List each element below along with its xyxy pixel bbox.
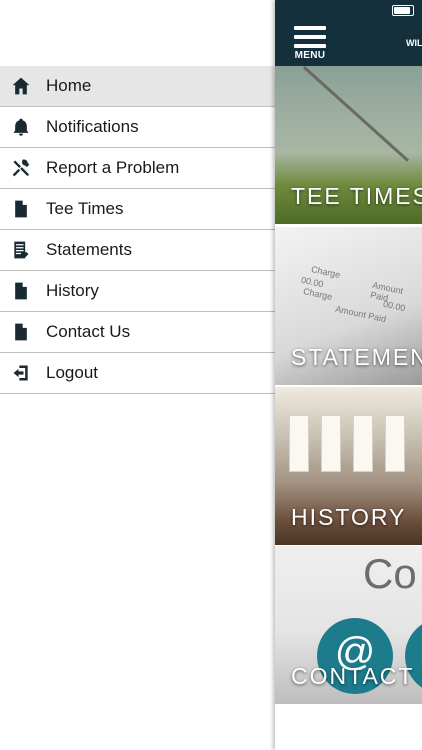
- drawer-item-label: Notifications: [46, 117, 139, 136]
- menu-label: MENU: [294, 50, 326, 61]
- statement-image-text: Amount Paid: [334, 303, 388, 325]
- window-image: [289, 415, 309, 472]
- tile-tee-times[interactable]: TEE TIMES: [275, 66, 422, 224]
- drawer-item-statements[interactable]: Statements: [0, 230, 275, 271]
- tile-label: CONTACT US: [291, 663, 422, 689]
- main-panel: MENU WIL TEE TIMES Charge Amount Paid Ch…: [275, 0, 422, 750]
- drawer-item-report-a-problem[interactable]: Report a Problem: [0, 148, 275, 189]
- drawer-item-notifications[interactable]: Notifications: [0, 107, 275, 148]
- tile-label: HISTORY: [291, 504, 407, 530]
- drawer-menu: Home Notifications Report a Problem Tee …: [0, 66, 275, 394]
- drawer-item-label: Home: [46, 76, 92, 95]
- document-icon: [10, 198, 32, 220]
- tile-contact-us[interactable]: Co @ CONTACT US: [275, 546, 422, 704]
- drawer-item-label: History: [46, 281, 99, 300]
- drawer-item-tee-times[interactable]: Tee Times: [0, 189, 275, 230]
- hamburger-icon: [294, 26, 326, 30]
- drawer-item-label: Statements: [46, 240, 132, 259]
- app-title: WIL: [406, 38, 422, 48]
- drawer-item-logout[interactable]: Logout: [0, 353, 275, 394]
- drawer-item-label: Contact Us: [46, 322, 131, 341]
- drawer-item-label: Logout: [46, 363, 98, 382]
- top-bar: MENU WIL: [275, 0, 422, 66]
- tile-history[interactable]: HISTORY: [275, 387, 422, 545]
- drawer-item-contact-us[interactable]: Contact Us: [0, 312, 275, 353]
- tools-icon: [10, 157, 32, 179]
- battery-icon: [392, 5, 414, 16]
- window-image: [321, 415, 341, 472]
- drawer-item-history[interactable]: History: [0, 271, 275, 312]
- window-image: [385, 415, 405, 472]
- drawer-item-home[interactable]: Home: [0, 66, 275, 107]
- statement-icon: [10, 239, 32, 261]
- home-icon: [10, 75, 32, 97]
- navigation-drawer: Home Notifications Report a Problem Tee …: [0, 0, 275, 750]
- window-image: [353, 415, 373, 472]
- tile-statements[interactable]: Charge Amount Paid Charge 00.00 00.00 Am…: [275, 227, 422, 385]
- tile-label: STATEMENTS: [291, 344, 422, 370]
- drawer-item-label: Report a Problem: [46, 158, 180, 177]
- document-icon: [10, 321, 32, 343]
- bell-icon: [10, 116, 32, 138]
- logout-icon: [10, 362, 32, 384]
- contact-image-text: Co: [363, 550, 417, 597]
- drawer-item-label: Tee Times: [46, 199, 124, 218]
- document-icon: [10, 280, 32, 302]
- tile-label: TEE TIMES: [291, 183, 422, 209]
- golf-club-image: [302, 66, 410, 162]
- menu-button[interactable]: MENU: [294, 26, 326, 61]
